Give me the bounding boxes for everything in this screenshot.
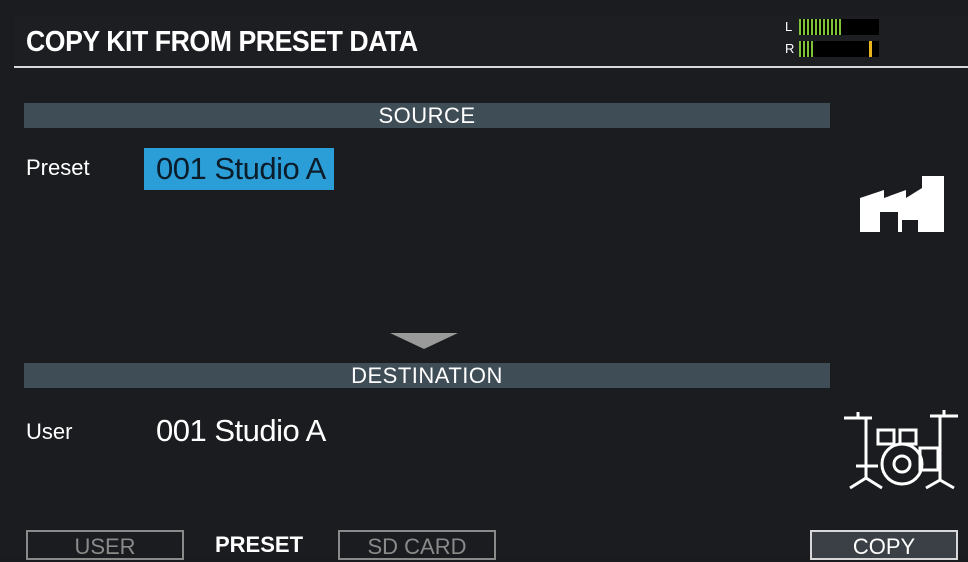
copy-kit-screen: COPY KIT FROM PRESET DATA L R SOURCE Pre… [0, 0, 968, 560]
page-title: COPY KIT FROM PRESET DATA [26, 26, 418, 58]
tab-user[interactable]: USER [26, 530, 184, 560]
level-meter-right-segment [811, 41, 813, 57]
level-meter-left-segment [827, 19, 829, 35]
destination-kit-field[interactable]: 001 Studio A [156, 410, 326, 452]
level-meter-right-segment [807, 41, 809, 57]
level-meter-left-segment [831, 19, 833, 35]
level-meter-left-label: L [785, 19, 793, 34]
copy-button[interactable]: COPY [810, 530, 958, 560]
header-divider [14, 66, 968, 68]
tab-preset[interactable]: PRESET [196, 530, 322, 560]
source-section-bar: SOURCE [24, 103, 830, 128]
drum-kit-icon [844, 410, 958, 490]
level-meter-right-segment [799, 41, 801, 57]
source-bank-label: Preset [26, 155, 90, 180]
tab-sd-card[interactable]: SD CARD [338, 530, 496, 560]
destination-section-label: DESTINATION [351, 363, 503, 388]
level-meter-right-peak [869, 41, 872, 57]
level-meter-right-track [799, 41, 879, 57]
down-arrow-icon [390, 333, 458, 349]
factory-icon [860, 176, 944, 232]
source-kit-field[interactable]: 001 Studio A [144, 148, 334, 190]
level-meter-left-segment [823, 19, 825, 35]
level-meter-right: R [785, 40, 885, 58]
source-section-label: SOURCE [378, 103, 476, 128]
level-meter-left-track [799, 19, 879, 35]
level-meter-left-segment [819, 19, 821, 35]
level-meter-left-segment [835, 19, 837, 35]
level-meter-left-segment [815, 19, 817, 35]
destination-bank-label: User [26, 419, 73, 444]
level-meter-left-segment [803, 19, 805, 35]
destination-section-bar: DESTINATION [24, 363, 830, 388]
level-meter-left: L [785, 18, 885, 36]
level-meter: L R [785, 18, 885, 60]
level-meter-left-segment [839, 19, 841, 35]
level-meter-right-segment [803, 41, 805, 57]
level-meter-left-segment [807, 19, 809, 35]
level-meter-left-segment [811, 19, 813, 35]
level-meter-left-segment [799, 19, 801, 35]
level-meter-right-label: R [785, 41, 795, 56]
